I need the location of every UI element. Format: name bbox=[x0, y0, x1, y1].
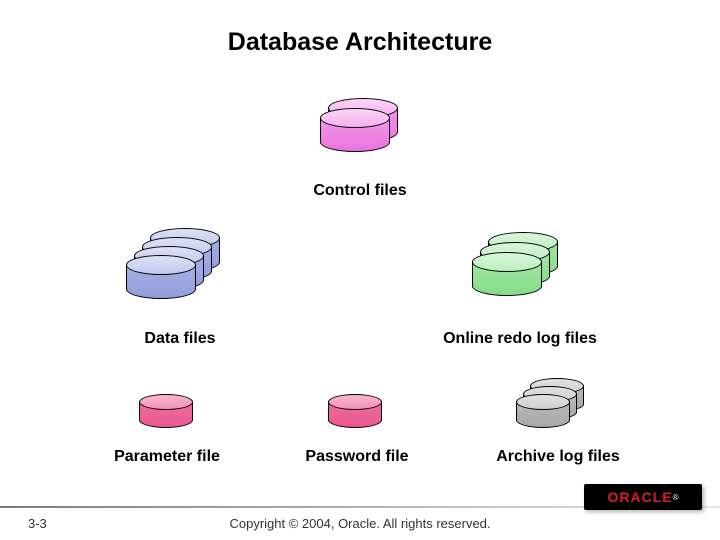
cylinder-icon bbox=[320, 108, 390, 152]
oracle-logo: ORACLE® bbox=[584, 484, 702, 510]
parameter-file-label: Parameter file bbox=[92, 448, 242, 466]
cylinder-icon bbox=[472, 252, 542, 296]
control-files-label: Control files bbox=[280, 182, 440, 200]
slide-title: Database Architecture bbox=[0, 28, 720, 57]
redo-log-files-label: Online redo log files bbox=[420, 330, 620, 348]
footer: 3-3 Copyright © 2004, Oracle. All rights… bbox=[0, 506, 720, 540]
cylinder-icon bbox=[139, 394, 193, 428]
oracle-logo-text: ORACLE bbox=[607, 489, 672, 505]
password-file-label: Password file bbox=[282, 448, 432, 466]
archive-log-files-label: Archive log files bbox=[478, 448, 638, 466]
cylinder-icon bbox=[328, 394, 382, 428]
registered-mark-icon: ® bbox=[673, 493, 679, 502]
copyright-text: Copyright © 2004, Oracle. All rights res… bbox=[0, 516, 720, 531]
data-files-label: Data files bbox=[110, 330, 250, 348]
cylinder-icon bbox=[126, 255, 196, 299]
cylinder-icon bbox=[516, 394, 570, 428]
